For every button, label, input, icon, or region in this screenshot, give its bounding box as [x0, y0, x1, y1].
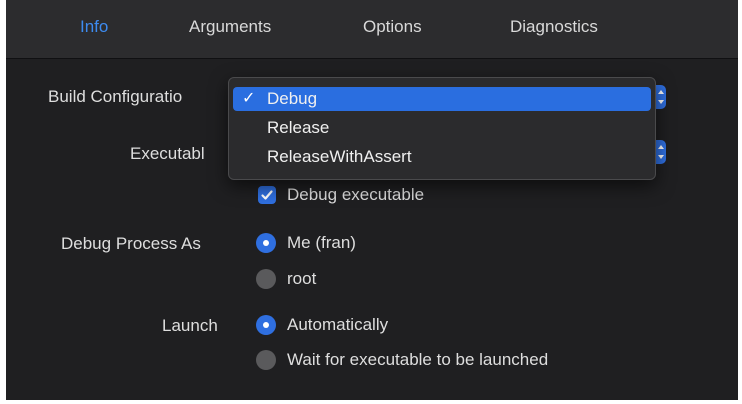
debug-process-as-root-label: root — [287, 269, 317, 288]
executable-popup-arrows[interactable] — [656, 140, 666, 164]
menu-item-label: ReleaseWithAssert — [267, 147, 412, 166]
debug-executable-label: Debug executable — [287, 185, 425, 204]
menu-item-debug[interactable]: ✓ Debug — [233, 87, 651, 111]
menu-item-label: Release — [267, 118, 330, 137]
debug-process-as-root-radio[interactable] — [256, 269, 276, 289]
menu-item-release[interactable]: Release — [233, 116, 651, 140]
build-configuration-label: Build Configuratio — [48, 87, 183, 106]
checkmark-icon — [261, 190, 273, 200]
launch-label: Launch — [162, 316, 218, 335]
menu-item-label: Debug — [267, 89, 318, 108]
tab-diagnostics[interactable]: Diagnostics — [510, 17, 598, 37]
executable-label: Executabl — [130, 144, 205, 163]
tab-info[interactable]: Info — [80, 17, 108, 37]
launch-automatically-label: Automatically — [287, 315, 389, 334]
scheme-editor-window: Info Arguments Options Diagnostics Build… — [6, 0, 738, 400]
checkmark-icon: ✓ — [242, 90, 256, 107]
launch-wait-label: Wait for executable to be launched — [287, 350, 549, 369]
launch-automatically-radio[interactable] — [256, 315, 276, 335]
build-configuration-popup-arrows[interactable] — [656, 85, 666, 109]
menu-item-releasewithassert[interactable]: ReleaseWithAssert — [233, 145, 651, 169]
build-configuration-menu: ✓ Debug Release ReleaseWithAssert — [228, 77, 656, 180]
tab-bar: Info Arguments Options Diagnostics — [6, 0, 738, 59]
tab-options[interactable]: Options — [363, 17, 422, 37]
debug-executable-checkbox[interactable] — [258, 186, 276, 204]
debug-process-as-me-radio[interactable] — [256, 233, 276, 253]
debug-process-as-label: Debug Process As — [61, 234, 201, 253]
tab-arguments[interactable]: Arguments — [189, 17, 271, 37]
debug-process-as-me-label: Me (fran) — [287, 233, 356, 252]
launch-wait-radio[interactable] — [256, 350, 276, 370]
